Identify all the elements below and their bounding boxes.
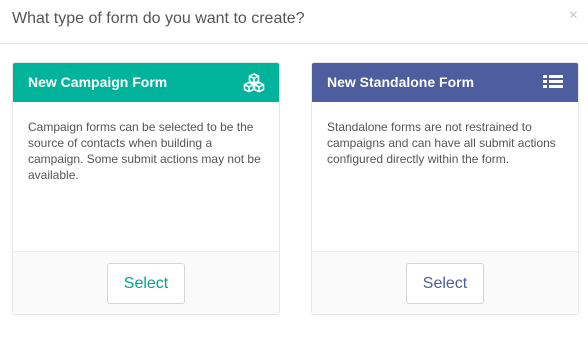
close-button[interactable]: × [569,8,578,24]
campaign-form-card-header: New Campaign Form [13,63,279,102]
modal-header: What type of form do you want to create?… [0,0,588,44]
standalone-form-card: New Standalone Form Standalone forms are… [311,62,579,315]
campaign-form-card: New Campaign Form Campaign forms can be … [12,62,280,315]
campaign-form-card-footer: Select [13,251,279,314]
standalone-form-card-header: New Standalone Form [312,63,578,102]
campaign-form-card-title: New Campaign Form [28,74,168,90]
campaign-form-description: Campaign forms can be selected to be the… [28,120,261,182]
list-icon [543,75,563,88]
create-form-modal: What type of form do you want to create?… [0,0,588,344]
modal-title: What type of form do you want to create? [12,10,305,27]
select-standalone-form-button[interactable]: Select [406,263,484,304]
cubes-icon [243,73,265,93]
standalone-form-card-footer: Select [312,251,578,314]
standalone-form-description: Standalone forms are not restrained to c… [327,120,556,166]
select-campaign-form-button[interactable]: Select [107,263,185,304]
standalone-form-card-title: New Standalone Form [327,74,475,90]
